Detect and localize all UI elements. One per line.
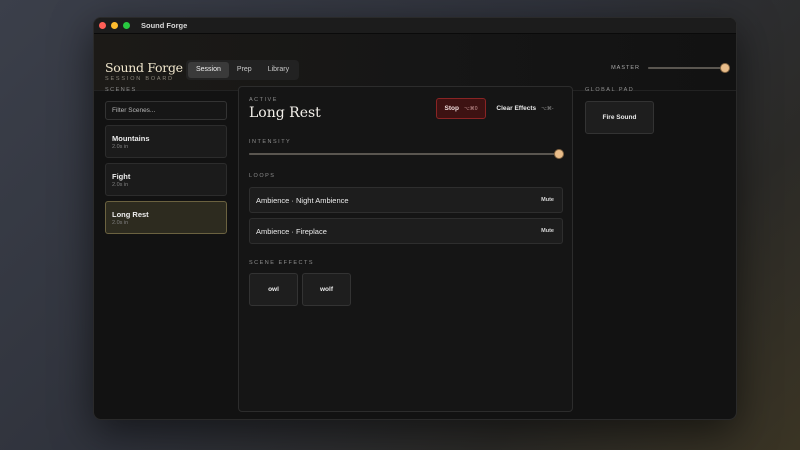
scene-item-fight[interactable]: Fight 2.0s in: [105, 163, 227, 196]
effect-button-wolf[interactable]: wolf: [302, 273, 351, 306]
scene-fade-time: 2.0s in: [112, 182, 129, 188]
scene-name: Fight: [112, 172, 131, 181]
stop-button[interactable]: Stop ⌥⌘0: [436, 98, 486, 119]
window-title: Sound Forge: [141, 21, 188, 30]
loop-name: Ambience · Fireplace: [256, 226, 327, 236]
title-bar: Sound Forge: [94, 18, 736, 34]
loop-name: Ambience · Night Ambience: [256, 195, 349, 205]
minimize-window-button[interactable]: [111, 22, 118, 29]
loop-row: Ambience · Fireplace Mute: [249, 218, 563, 244]
active-scene-panel: ACTIVE Long Rest Stop ⌥⌘0 Clear Effects …: [238, 86, 573, 412]
view-tabs: Session Prep Library: [186, 60, 300, 80]
stop-shortcut: ⌥⌘0: [463, 105, 478, 112]
master-slider-thumb[interactable]: [721, 64, 729, 72]
mute-button[interactable]: Mute: [541, 197, 554, 203]
scene-item-long-rest[interactable]: Long Rest 2.0s in: [105, 201, 227, 234]
stop-label: Stop: [444, 105, 459, 112]
clear-effects-label: Clear Effects: [496, 105, 537, 112]
clear-effects-shortcut: ⌥⌘-: [541, 105, 554, 112]
scene-item-mountains[interactable]: Mountains 2.0s in: [105, 125, 227, 158]
global-pad-label: GLOBAL PAD: [585, 87, 635, 93]
intensity-slider-fill: [249, 153, 559, 155]
scene-effects-label: SCENE EFFECTS: [249, 260, 315, 266]
scene-fade-time: 2.0s in: [112, 220, 129, 226]
loop-row: Ambience · Night Ambience Mute: [249, 187, 563, 213]
intensity-slider-thumb[interactable]: [555, 150, 563, 158]
global-pad-panel: GLOBAL PAD Fire Sound: [585, 87, 725, 134]
app-header: Sound Forge SESSION BOARD Session Prep L…: [94, 34, 736, 91]
tab-session[interactable]: Session: [188, 62, 229, 78]
master-slider-fill: [648, 67, 725, 69]
brand-name: Sound Forge: [105, 60, 183, 75]
zoom-window-button[interactable]: [123, 22, 130, 29]
scenes-sidebar: SCENES Filter Scenes... Mountains 2.0s i…: [105, 87, 227, 234]
scene-filter-input[interactable]: Filter Scenes...: [105, 101, 227, 120]
scene-name: Mountains: [112, 134, 150, 143]
scenes-label: SCENES: [105, 87, 137, 93]
brand-subtitle: SESSION BOARD: [105, 76, 174, 82]
clear-effects-button[interactable]: Clear Effects ⌥⌘-: [491, 98, 559, 119]
brand: Sound Forge SESSION BOARD: [105, 60, 183, 82]
tab-prep[interactable]: Prep: [229, 62, 260, 78]
fire-sound-button[interactable]: Fire Sound: [585, 101, 654, 134]
master-label: MASTER: [611, 65, 640, 71]
active-scene-title: Long Rest: [249, 105, 321, 121]
loops-label: LOOPS: [249, 173, 276, 179]
tab-library[interactable]: Library: [260, 62, 297, 78]
master-slider[interactable]: [648, 64, 729, 72]
master-volume: MASTER: [611, 64, 729, 72]
close-window-button[interactable]: [99, 22, 106, 29]
scene-name: Long Rest: [112, 210, 149, 219]
effect-button-owl[interactable]: owl: [249, 273, 298, 306]
scene-fade-time: 2.0s in: [112, 144, 129, 150]
active-label: ACTIVE: [249, 97, 278, 103]
intensity-slider[interactable]: [249, 150, 563, 158]
app-window: Sound Forge Sound Forge SESSION BOARD Se…: [93, 17, 737, 420]
intensity-label: INTENSITY: [249, 139, 292, 145]
mute-button[interactable]: Mute: [541, 228, 554, 234]
